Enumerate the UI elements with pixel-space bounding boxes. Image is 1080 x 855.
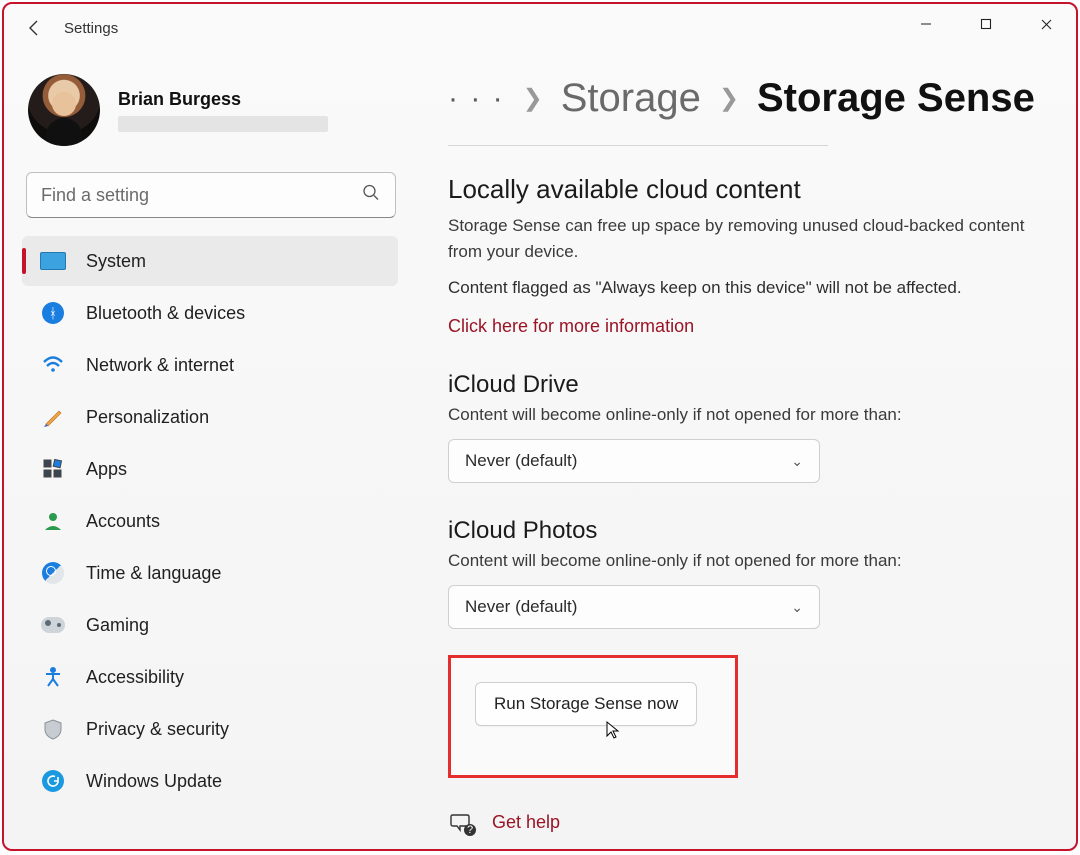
- main-content: · · · ❯ Storage ❯ Storage Sense Locally …: [412, 52, 1076, 849]
- sidebar-item-network[interactable]: Network & internet: [22, 340, 398, 390]
- sidebar-item-label: Bluetooth & devices: [86, 303, 245, 324]
- sidebar-item-label: Apps: [86, 459, 127, 480]
- sidebar-item-label: Network & internet: [86, 355, 234, 376]
- chevron-down-icon: ⌄: [791, 599, 803, 616]
- search-icon: [362, 184, 380, 207]
- sidebar-item-system[interactable]: System: [22, 236, 398, 286]
- sidebar-item-label: Windows Update: [86, 771, 222, 792]
- sidebar-item-accessibility[interactable]: Accessibility: [22, 652, 398, 702]
- user-block[interactable]: Brian Burgess: [22, 68, 404, 166]
- sidebar-item-time-language[interactable]: Time & language: [22, 548, 398, 598]
- chevron-down-icon: ⌄: [791, 453, 803, 470]
- sidebar-item-label: Accessibility: [86, 667, 184, 688]
- sidebar-item-privacy[interactable]: Privacy & security: [22, 704, 398, 754]
- gamepad-icon: [40, 612, 66, 638]
- search-wrap: [26, 172, 396, 218]
- sidebar-nav: System ᚼ Bluetooth & devices Network & i…: [22, 236, 404, 806]
- sidebar-item-windows-update[interactable]: Windows Update: [22, 756, 398, 806]
- bluetooth-icon: ᚼ: [40, 300, 66, 326]
- group-sub: Content will become online-only if not o…: [448, 551, 1036, 571]
- breadcrumb: · · · ❯ Storage ❯ Storage Sense: [448, 72, 1036, 121]
- chevron-right-icon: ❯: [523, 84, 543, 113]
- get-help-row: Get help: [448, 810, 1036, 834]
- sidebar-item-label: Personalization: [86, 407, 209, 428]
- dropdown-value: Never (default): [465, 451, 577, 471]
- window-controls: [896, 4, 1076, 44]
- sidebar-item-label: System: [86, 251, 146, 272]
- sidebar-item-personalization[interactable]: Personalization: [22, 392, 398, 442]
- user-avatar: [28, 74, 100, 146]
- sidebar-item-accounts[interactable]: Accounts: [22, 496, 398, 546]
- section-title: Locally available cloud content: [448, 174, 1036, 205]
- user-name: Brian Burgess: [118, 89, 328, 110]
- accessibility-icon: [40, 664, 66, 690]
- cloud-content-section: Locally available cloud content Storage …: [448, 174, 1036, 337]
- sidebar-item-label: Gaming: [86, 615, 149, 636]
- icloud-drive-dropdown[interactable]: Never (default) ⌄: [448, 439, 820, 483]
- update-icon: [40, 768, 66, 794]
- sidebar-item-bluetooth[interactable]: ᚼ Bluetooth & devices: [22, 288, 398, 338]
- paintbrush-icon: [40, 404, 66, 430]
- run-now-highlight: Run Storage Sense now: [448, 655, 738, 778]
- minimize-button[interactable]: [896, 4, 956, 44]
- system-icon: [40, 248, 66, 274]
- sidebar-item-label: Accounts: [86, 511, 160, 532]
- dropdown-value: Never (default): [465, 597, 577, 617]
- sidebar-item-label: Time & language: [86, 563, 221, 584]
- sidebar: Brian Burgess System ᚼ Bluetooth & devic…: [4, 52, 412, 849]
- search-input[interactable]: [26, 172, 396, 218]
- clock-globe-icon: [40, 560, 66, 586]
- apps-icon: [40, 456, 66, 482]
- group-sub: Content will become online-only if not o…: [448, 405, 1036, 425]
- help-icon: [448, 810, 472, 834]
- sidebar-item-apps[interactable]: Apps: [22, 444, 398, 494]
- close-button[interactable]: [1016, 4, 1076, 44]
- user-subtext-redacted: [118, 116, 328, 132]
- maximize-button[interactable]: [956, 4, 1016, 44]
- wifi-icon: [40, 352, 66, 378]
- more-info-link[interactable]: Click here for more information: [448, 316, 694, 337]
- get-help-link[interactable]: Get help: [492, 812, 560, 833]
- chevron-right-icon: ❯: [719, 84, 739, 113]
- icloud-photos-group: iCloud Photos Content will become online…: [448, 517, 1036, 629]
- sidebar-item-label: Privacy & security: [86, 719, 229, 740]
- section-note: Content flagged as "Always keep on this …: [448, 278, 1036, 298]
- icloud-photos-dropdown[interactable]: Never (default) ⌄: [448, 585, 820, 629]
- divider: [448, 145, 828, 146]
- breadcrumb-ellipsis[interactable]: · · ·: [448, 82, 505, 116]
- group-title: iCloud Photos: [448, 517, 1036, 545]
- breadcrumb-parent[interactable]: Storage: [561, 76, 701, 121]
- shield-icon: [40, 716, 66, 742]
- icloud-drive-group: iCloud Drive Content will become online-…: [448, 371, 1036, 483]
- app-title: Settings: [64, 20, 118, 37]
- cursor-icon: [605, 720, 841, 745]
- group-title: iCloud Drive: [448, 371, 1036, 399]
- back-arrow-icon[interactable]: [22, 18, 48, 38]
- person-icon: [40, 508, 66, 534]
- section-description: Storage Sense can free up space by remov…: [448, 213, 1036, 264]
- settings-window: Settings Brian Burgess: [2, 2, 1078, 851]
- sidebar-item-gaming[interactable]: Gaming: [22, 600, 398, 650]
- breadcrumb-current: Storage Sense: [757, 76, 1035, 121]
